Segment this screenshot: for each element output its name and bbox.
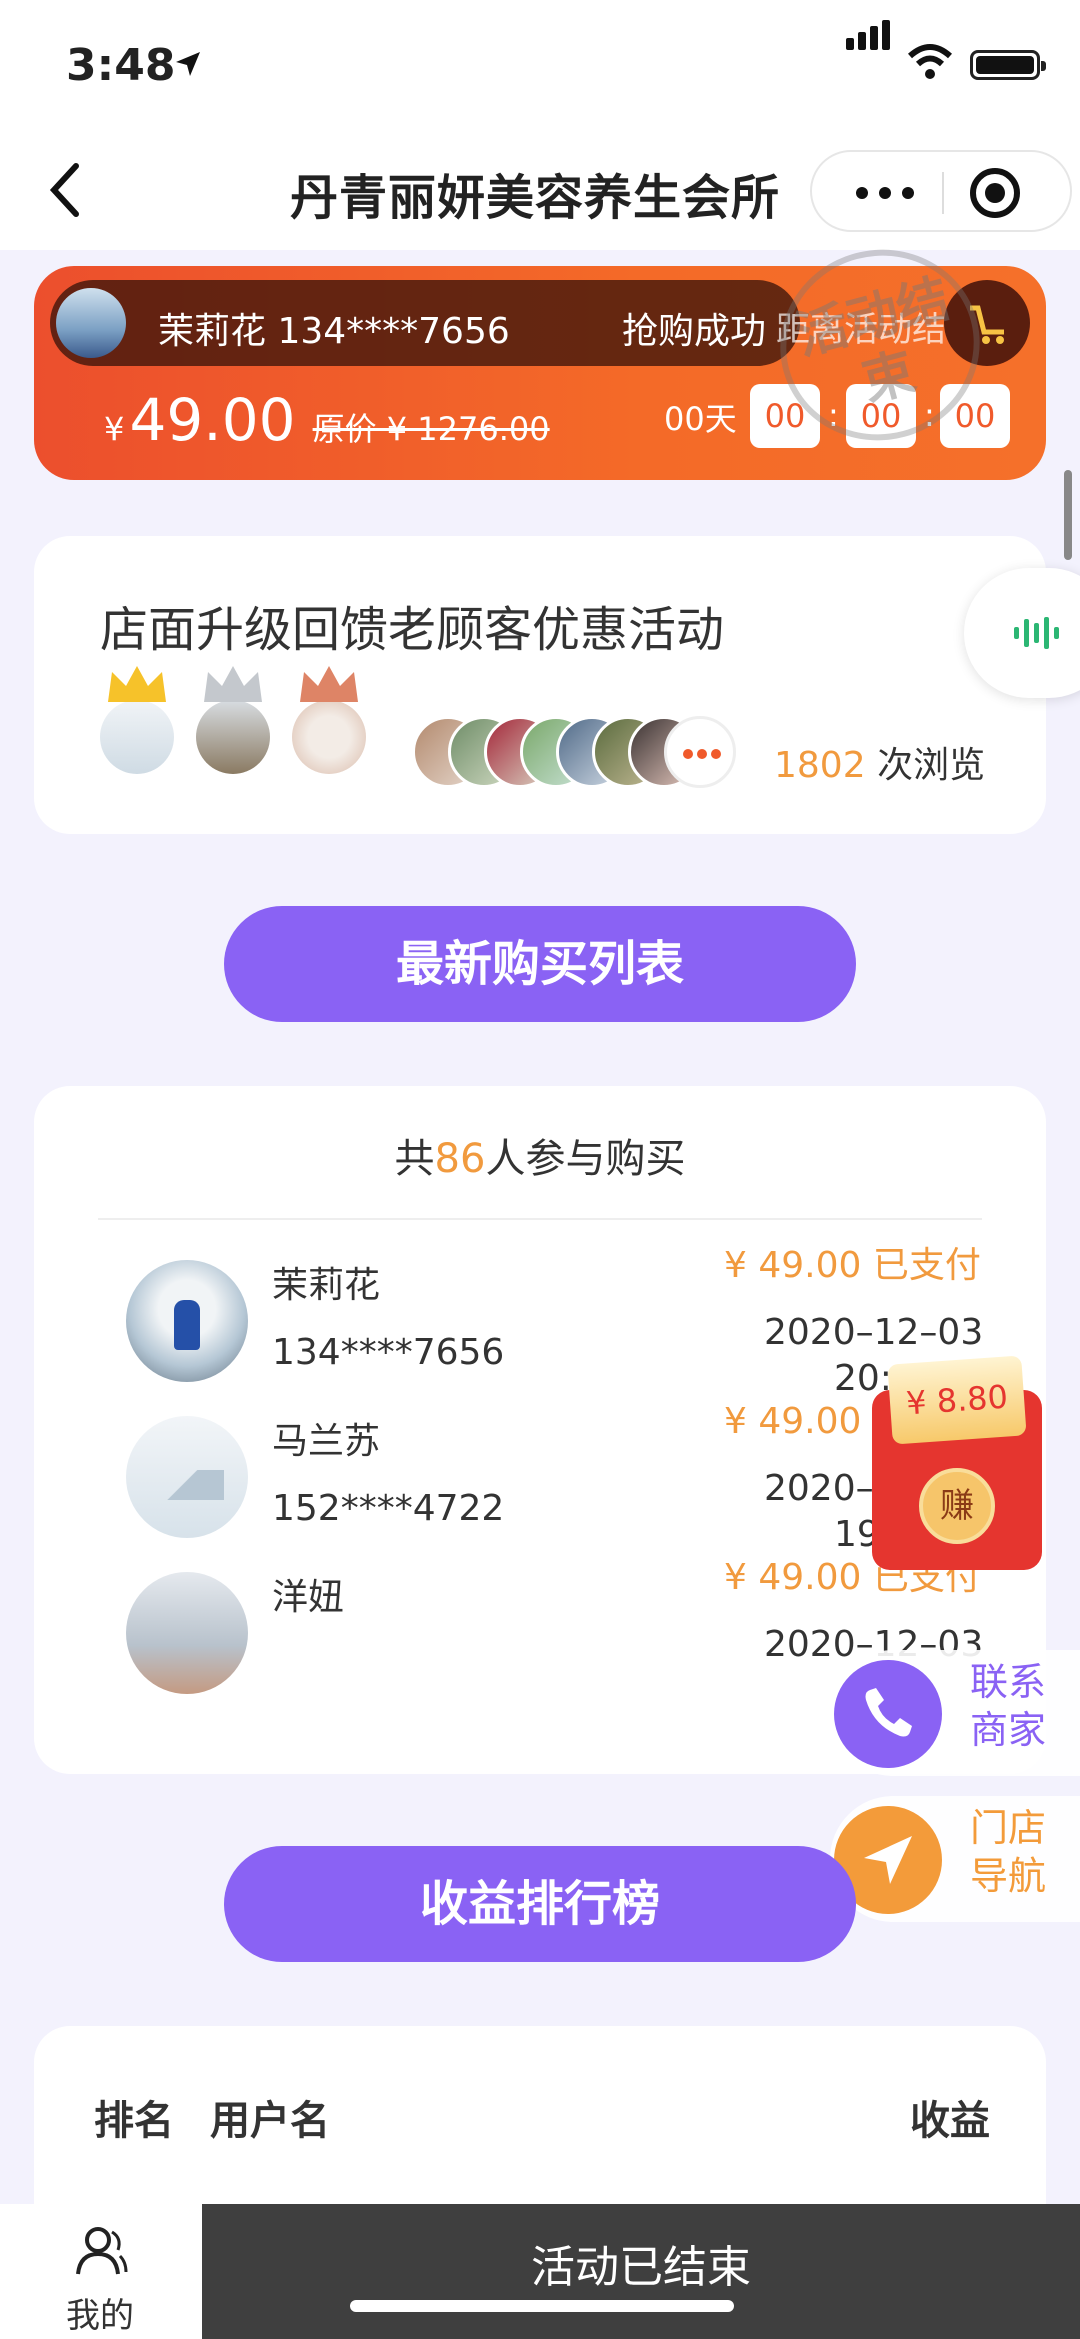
store-navigation-label: 门店导航 bbox=[970, 1806, 1047, 1898]
ticker-buyer: 茉莉花 134****7656 bbox=[158, 311, 510, 352]
close-target-icon[interactable] bbox=[970, 168, 1020, 218]
page-title: 丹青丽妍美容养生会所 bbox=[290, 170, 781, 226]
buyer-date: 2020–12–03 bbox=[764, 1312, 984, 1353]
ticker-avatar bbox=[56, 288, 126, 358]
top2-avatar bbox=[196, 666, 270, 774]
phone-icon bbox=[834, 1660, 942, 1768]
contact-merchant-label: 联系商家 bbox=[970, 1660, 1047, 1752]
more-dots-icon[interactable] bbox=[850, 180, 920, 206]
back-chevron-icon[interactable] bbox=[40, 150, 100, 230]
list-item bbox=[34, 1222, 1046, 1226]
ticker-status: 抢购成功 bbox=[622, 311, 767, 352]
contact-merchant-button[interactable]: 联系商家 bbox=[830, 1650, 1080, 1776]
countdown-days: 00天 bbox=[664, 400, 737, 438]
buyer-name: 洋妞 bbox=[272, 1577, 345, 1618]
buyer-phone: 152****4722 bbox=[272, 1488, 505, 1529]
buyers-count: 共86人参与购买 bbox=[34, 1126, 1046, 1184]
status-time: 3:48 bbox=[66, 40, 176, 91]
sale-price: 49.00 bbox=[129, 386, 296, 454]
bottom-bar: 我的 活动已结束 bbox=[0, 2204, 1080, 2339]
buyer-phone: 134****7656 bbox=[272, 1332, 505, 1373]
buyers-count-suffix: 人参与购买 bbox=[485, 1136, 686, 1182]
user-icon bbox=[76, 2227, 128, 2275]
earnings-ranking-button[interactable]: 收益排行榜 bbox=[224, 1846, 856, 1962]
more-viewers-icon[interactable] bbox=[664, 716, 736, 788]
red-envelope[interactable]: ¥ 8.80 赚 bbox=[872, 1350, 1042, 1570]
buyer-avatar bbox=[126, 1416, 248, 1538]
envelope-amount: ¥ 8.80 bbox=[887, 1355, 1027, 1445]
purchase-ticker: 茉莉花 134****7656 抢购成功 bbox=[50, 280, 800, 366]
battery-icon bbox=[970, 50, 1046, 80]
silver-crown-icon bbox=[204, 666, 262, 702]
wifi-icon bbox=[908, 44, 952, 79]
top1-avatar bbox=[100, 666, 174, 774]
buyer-avatar bbox=[126, 1260, 248, 1382]
nav-bar: 丹青丽妍美容养生会所 bbox=[0, 130, 1080, 250]
divider bbox=[98, 1218, 982, 1220]
status-bar: 3:48 bbox=[0, 0, 1080, 130]
activity-title: 店面升级回馈老顾客优惠活动 bbox=[100, 602, 725, 658]
buyers-count-number: 86 bbox=[434, 1136, 486, 1182]
gold-crown-icon bbox=[108, 666, 166, 702]
location-arrow-icon bbox=[176, 52, 200, 76]
view-count-label: 次浏览 bbox=[877, 745, 986, 786]
buyer-avatar bbox=[126, 1572, 248, 1694]
tab-my-label: 我的 bbox=[66, 2296, 134, 2336]
buyer-amount: ¥ 49.00 已支付 bbox=[724, 1245, 981, 1286]
activity-ended-bar: 活动已结束 bbox=[202, 2204, 1080, 2339]
buyer-name: 马兰苏 bbox=[272, 1421, 381, 1462]
activity-card: 店面升级回馈老顾客优惠活动 1802 次浏览 bbox=[34, 536, 1046, 834]
capsule-divider bbox=[942, 172, 944, 214]
home-indicator[interactable] bbox=[350, 2300, 734, 2312]
audio-wave-icon bbox=[1014, 617, 1059, 649]
original-price: 原价 ¥ 1276.00 bbox=[312, 410, 550, 448]
buyer-name: 茉莉花 bbox=[272, 1265, 381, 1306]
tab-my[interactable]: 我的 bbox=[0, 2204, 202, 2339]
view-count-number: 1802 bbox=[774, 745, 866, 786]
column-username: 用户名 bbox=[210, 2098, 330, 2144]
column-rank: 排名 bbox=[94, 2098, 174, 2144]
view-count: 1802 次浏览 bbox=[774, 736, 985, 788]
scrollbar[interactable] bbox=[1064, 470, 1072, 560]
bronze-crown-icon bbox=[300, 666, 358, 702]
latest-purchases-button[interactable]: 最新购买列表 bbox=[224, 906, 856, 1022]
top3-avatar bbox=[292, 666, 366, 774]
mini-program-capsule bbox=[810, 150, 1072, 232]
column-earnings: 收益 bbox=[910, 2098, 990, 2144]
store-navigation-button[interactable]: 门店导航 bbox=[830, 1796, 1080, 1922]
price-group: ¥ 49.00 原价 ¥ 1276.00 bbox=[104, 386, 550, 454]
earn-coin-icon: 赚 bbox=[919, 1468, 995, 1544]
currency-symbol: ¥ bbox=[104, 410, 125, 448]
buyers-count-prefix: 共 bbox=[394, 1136, 435, 1182]
